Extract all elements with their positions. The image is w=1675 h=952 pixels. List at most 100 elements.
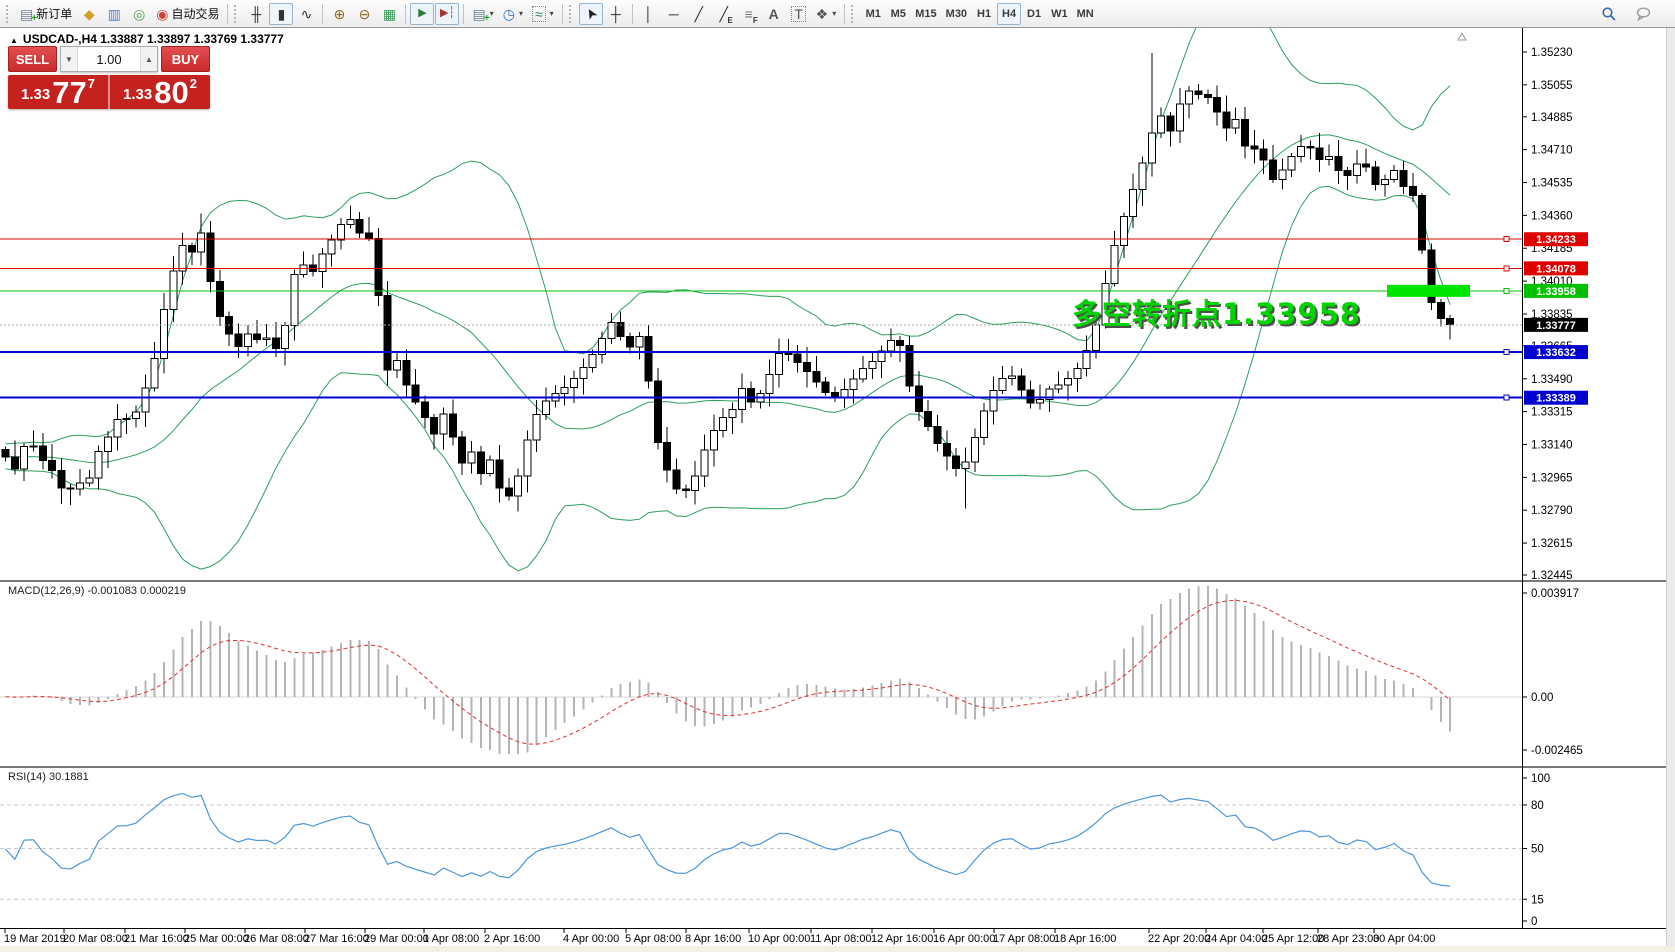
candlestick-button[interactable]: ▮ [269, 3, 293, 25]
volume-decrease-button[interactable]: ▼ [61, 47, 78, 71]
horizontal-line-button[interactable]: ─ [662, 3, 686, 25]
chart-shift-button[interactable]: ▶┆ [435, 3, 459, 25]
level-handle[interactable] [1504, 395, 1509, 400]
autotrading-button-label: 自动交易 [171, 5, 219, 22]
indicators-icon: ≈ [532, 6, 546, 22]
buy-price-big: 80 [154, 80, 188, 106]
svg-text:25 Apr 12:00: 25 Apr 12:00 [1262, 933, 1324, 945]
rsi-indicator-label: RSI(14) 30.1881 [8, 771, 89, 783]
macd-signal-line [6, 600, 1451, 744]
styles-button[interactable]: ◆ [77, 3, 101, 25]
volume-increase-button[interactable]: ▲ [140, 47, 157, 71]
macd-indicator-label: MACD(12,26,9) -0.001083 0.000219 [8, 585, 186, 597]
svg-text:1.33315: 1.33315 [1531, 407, 1573, 419]
svg-text:50: 50 [1531, 844, 1544, 856]
toolbar-separator [632, 4, 633, 24]
svg-text:25 Mar 00:00: 25 Mar 00:00 [184, 933, 249, 945]
line-chart-button[interactable]: ∿ [294, 3, 318, 25]
trendline-button[interactable]: ╱ [687, 3, 711, 25]
crosshair-button[interactable]: ┼ [604, 3, 628, 25]
svg-text:4 Apr 00:00: 4 Apr 00:00 [563, 933, 619, 945]
svg-text:17 Apr 08:00: 17 Apr 08:00 [993, 933, 1055, 945]
svg-text:1.33777: 1.33777 [1536, 320, 1576, 332]
chat-button[interactable] [1631, 3, 1657, 25]
one-click-trading-panel: SELL ▼ ▲ BUY 1.33 77 7 1.33 80 2 [8, 46, 210, 109]
timeframe-h1[interactable]: H1 [972, 3, 996, 25]
panel-separator[interactable] [0, 766, 1675, 768]
svg-text:21 Mar 16:00: 21 Mar 16:00 [124, 933, 189, 945]
price-axis: 1.352301.350551.348851.347101.345351.343… [1522, 47, 1573, 582]
timeframe-m1[interactable]: M1 [861, 3, 885, 25]
svg-text:1.33389: 1.33389 [1536, 393, 1576, 405]
channel-button[interactable]: ╱E [712, 3, 736, 25]
cursor-icon: ➤ [582, 5, 600, 22]
candlestick-icon: ▮ [278, 7, 286, 21]
tile-windows-button[interactable]: ▦ [377, 3, 401, 25]
chevron-down-icon: ▾ [832, 9, 836, 18]
timeframe-m5[interactable]: M5 [886, 3, 910, 25]
timeframe-h4[interactable]: H4 [997, 3, 1021, 25]
chart-shift-marker[interactable] [1458, 33, 1466, 40]
timeframe-w1[interactable]: W1 [1047, 3, 1072, 25]
indicators-menu-button[interactable]: ≈▾ [528, 3, 558, 25]
text-button[interactable]: A [762, 3, 786, 25]
chart-region: 1.352301.350551.348851.347101.345351.343… [0, 28, 1675, 952]
toolbar-separator [562, 4, 563, 24]
level-handle[interactable] [1504, 266, 1509, 271]
svg-text:1.32445: 1.32445 [1531, 570, 1573, 582]
toolbar: ▤+新订单◆▥◎◉自动交易╫▮∿⊕⊖▦▶▶┆▤+▾◷▾≈▾➤┼│─╱╱E≡FAT… [0, 0, 1675, 28]
level-handle[interactable] [1504, 237, 1509, 242]
profiles-button[interactable]: ▥ [102, 3, 126, 25]
arrows-button[interactable]: ❖▾ [812, 3, 841, 25]
sell-price-display[interactable]: 1.33 77 7 [8, 75, 108, 109]
timeframe-d1[interactable]: D1 [1022, 3, 1046, 25]
panel-separator[interactable] [0, 580, 1675, 582]
periods-menu-button[interactable]: ◷▾ [499, 3, 527, 25]
level-handle[interactable] [1504, 288, 1509, 293]
pivot-highlight-rect[interactable] [1387, 285, 1470, 297]
svg-text:16 Apr 00:00: 16 Apr 00:00 [933, 933, 995, 945]
svg-text:27 Mar 16:00: 27 Mar 16:00 [304, 933, 369, 945]
fibonacci-button[interactable]: ≡F [737, 3, 761, 25]
search-button[interactable] [1597, 3, 1621, 25]
signals-button[interactable]: ◎ [127, 3, 151, 25]
chevron-down-icon: ▾ [490, 9, 494, 18]
zoom-out-button[interactable]: ⊖ [352, 3, 376, 25]
chart-canvas[interactable]: 1.352301.350551.348851.347101.345351.343… [0, 28, 1675, 952]
clock-icon: ◷ [503, 7, 515, 21]
volume-input[interactable] [78, 47, 140, 71]
timeframe-mn[interactable]: MN [1073, 3, 1098, 25]
new-order-button[interactable]: ▤+新订单 [16, 3, 76, 25]
zoom-in-button[interactable]: ⊕ [327, 3, 351, 25]
new-order-menu-button[interactable]: ▤+▾ [468, 3, 497, 25]
text-label-button[interactable]: T [787, 3, 811, 25]
autotrading-button[interactable]: ◉自动交易 [152, 3, 223, 25]
timeframe-m30[interactable]: M30 [942, 3, 971, 25]
collapse-chart-icon[interactable]: ▲ [10, 36, 18, 45]
vertical-line-button[interactable]: │ [637, 3, 661, 25]
svg-text:1.33958: 1.33958 [1536, 286, 1576, 298]
level-handle[interactable] [1504, 350, 1509, 355]
buy-price-display[interactable]: 1.33 80 2 [108, 75, 210, 109]
toolbar-grip [6, 5, 11, 23]
svg-text:19 Mar 2019: 19 Mar 2019 [4, 933, 66, 945]
buy-button[interactable]: BUY [161, 46, 210, 72]
autotrading-icon: ◉ [156, 7, 168, 21]
sell-button[interactable]: SELL [8, 46, 57, 72]
cursor-button[interactable]: ➤ [579, 3, 603, 25]
autoscroll-button[interactable]: ▶ [410, 3, 434, 25]
svg-text:2 Apr 16:00: 2 Apr 16:00 [484, 933, 540, 945]
svg-text:1.34360: 1.34360 [1531, 210, 1573, 222]
bar-chart-button[interactable]: ╫ [244, 3, 268, 25]
crosshair-icon: ┼ [611, 7, 621, 21]
timeframe-m15[interactable]: M15 [911, 3, 940, 25]
svg-text:15: 15 [1531, 894, 1544, 906]
svg-text:1.32790: 1.32790 [1531, 505, 1573, 517]
tile-windows-icon: ▦ [383, 7, 396, 21]
svg-text:0.00: 0.00 [1531, 692, 1553, 704]
svg-text:22 Apr 20:00: 22 Apr 20:00 [1148, 933, 1210, 945]
rsi-axis: 1008050150 [1522, 773, 1550, 928]
pivot-annotation[interactable]: 多空转折点1.33958 [1072, 291, 1361, 333]
candlestick-series [2, 53, 1454, 512]
new-order-button-label: 新订单 [36, 5, 72, 22]
